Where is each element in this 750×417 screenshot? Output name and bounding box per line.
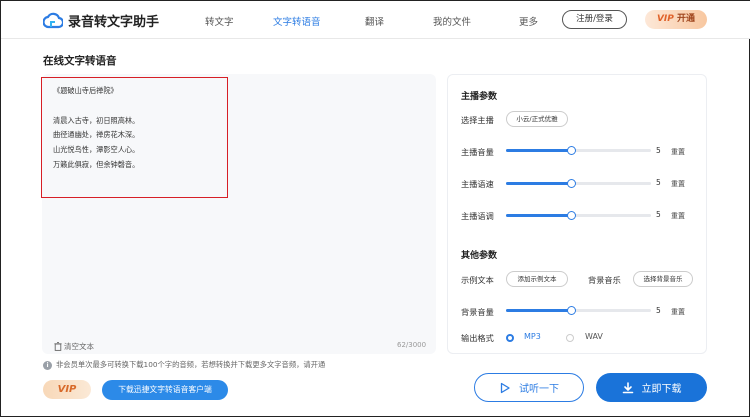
anchor-pitch-reset[interactable]: 重置 [671, 211, 685, 221]
app-name: 录音转文字助手 [68, 15, 160, 30]
listen-label: 试听一下 [519, 384, 559, 395]
download-icon [622, 381, 633, 393]
char-counter: 62/3000 [397, 341, 427, 349]
anchor-volume-slider[interactable] [506, 146, 651, 155]
anchor-speed-slider[interactable] [506, 179, 651, 188]
poem-line: 清晨入古寺，初日照高林。 [53, 115, 140, 125]
download-client-button[interactable]: 下载迅捷文字转语音客户端 [102, 380, 228, 400]
sample-text-label: 示例文本 [461, 275, 494, 285]
bg-volume-value: 5 [656, 306, 661, 315]
select-anchor-label: 选择主播 [461, 115, 494, 125]
anchor-volume-reset[interactable]: 重置 [671, 147, 685, 157]
vip-prefix: VIP [656, 14, 674, 24]
anchor-select-chip[interactable]: 小云/正式优雅 [506, 111, 568, 127]
info-icon: i [43, 360, 52, 370]
bgm-label: 背景音乐 [588, 275, 621, 285]
nav-my-files[interactable]: 我的文件 [433, 14, 471, 28]
nav-more[interactable]: 更多 [519, 14, 538, 28]
anchor-speed-label: 主播语速 [461, 179, 494, 189]
member-notice-text: 非会员单次最多可转换下载100个字的音频，若想转换并下载更多文字音频，请开通 [56, 360, 326, 369]
poem-line [53, 99, 139, 114]
poem-line: 曲径通幽处，禅房花木深。 [53, 130, 140, 140]
clear-text-label: 清空文本 [64, 342, 94, 351]
format-mp3-label[interactable]: MP3 [524, 332, 541, 341]
nav-transcribe[interactable]: 转文字 [205, 14, 234, 28]
trash-icon [54, 342, 62, 351]
anchor-pitch-slider[interactable] [506, 211, 651, 220]
bg-volume-reset[interactable]: 重置 [671, 307, 685, 317]
play-icon [500, 382, 510, 393]
poem-line: 万籁此俱寂，但余钟磬音。 [53, 159, 140, 169]
vip-open-label: 开通 [677, 14, 696, 24]
bg-volume-slider[interactable] [506, 306, 651, 315]
login-button[interactable]: 注册/登录 [562, 10, 627, 29]
member-notice: i 非会员单次最多可转换下载100个字的音频，若想转换并下载更多文字音频，请开通 [43, 360, 325, 370]
anchor-speed-reset[interactable]: 重置 [671, 179, 685, 189]
other-params-title: 其他参数 [461, 251, 498, 261]
format-mp3-radio[interactable] [506, 334, 514, 342]
vip-badge[interactable]: VIP [43, 380, 91, 399]
select-bgm-button[interactable]: 选择背景音乐 [633, 271, 693, 287]
listen-button[interactable]: 试听一下 [474, 373, 584, 402]
logo[interactable]: 录音转文字助手 [43, 11, 159, 30]
output-format-label: 输出格式 [461, 333, 494, 343]
nav-translate[interactable]: 翻译 [365, 14, 384, 28]
anchor-volume-value: 5 [656, 146, 661, 155]
format-wav-radio[interactable] [566, 334, 574, 342]
anchor-params-title: 主播参数 [461, 92, 498, 102]
anchor-speed-value: 5 [656, 178, 661, 187]
anchor-pitch-value: 5 [656, 210, 661, 219]
nav-text-to-speech[interactable]: 文字转语音 [273, 14, 321, 28]
header: 录音转文字助手 转文字 文字转语音 翻译 我的文件 更多 注册/登录 VIP 开… [1, 1, 750, 39]
page-title: 在线文字转语音 [43, 55, 117, 67]
cloud-logo-icon [43, 12, 63, 28]
add-sample-text-button[interactable]: 添加示例文本 [506, 271, 568, 287]
vip-open-button[interactable]: VIP 开通 [645, 10, 707, 29]
bg-volume-label: 背景音量 [461, 307, 494, 317]
editor-text[interactable]: 《题破山寺后禅院》 清晨入古寺，初日照高林。 曲径通幽处，禅房花木深。 山光悦鸟… [53, 84, 139, 173]
format-wav-label[interactable]: WAV [585, 332, 603, 341]
anchor-pitch-label: 主播语调 [461, 211, 494, 221]
clear-text-button[interactable]: 清空文本 [54, 341, 94, 352]
download-now-button[interactable]: 立即下载 [596, 373, 707, 402]
anchor-volume-label: 主播音量 [461, 147, 494, 157]
poem-line: 《题破山寺后禅院》 [53, 86, 118, 95]
poem-line: 山光悦鸟性，潭影空人心。 [53, 145, 140, 155]
download-now-label: 立即下载 [641, 384, 682, 395]
